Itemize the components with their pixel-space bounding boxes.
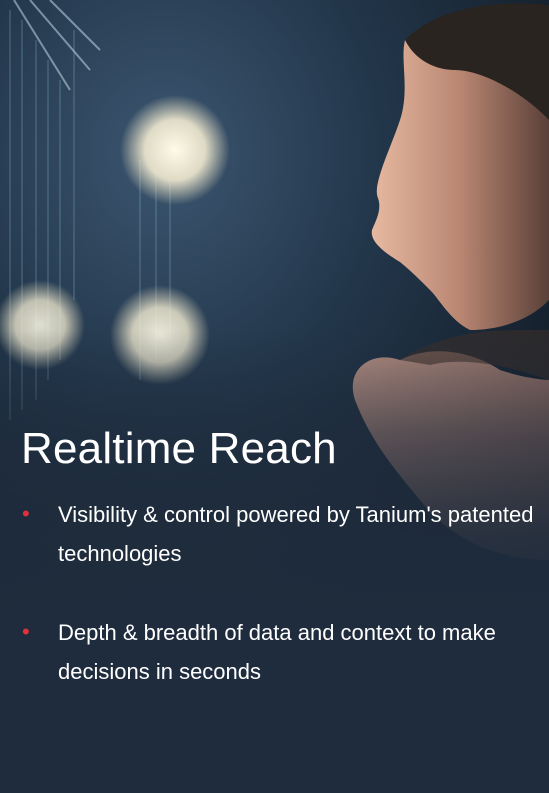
slide: Realtime Reach • Visibility & control po… — [0, 0, 549, 793]
bullet-text: Depth & breadth of data and context to m… — [58, 620, 496, 684]
bullet-text: Visibility & control powered by Tanium's… — [58, 502, 534, 566]
bullet-item: • Visibility & control powered by Tanium… — [22, 495, 542, 573]
bullet-item: • Depth & breadth of data and context to… — [22, 613, 542, 691]
bullet-list: • Visibility & control powered by Tanium… — [22, 495, 542, 731]
bullet-icon: • — [22, 501, 30, 526]
bullet-icon: • — [22, 619, 30, 644]
slide-title: Realtime Reach — [21, 424, 337, 473]
